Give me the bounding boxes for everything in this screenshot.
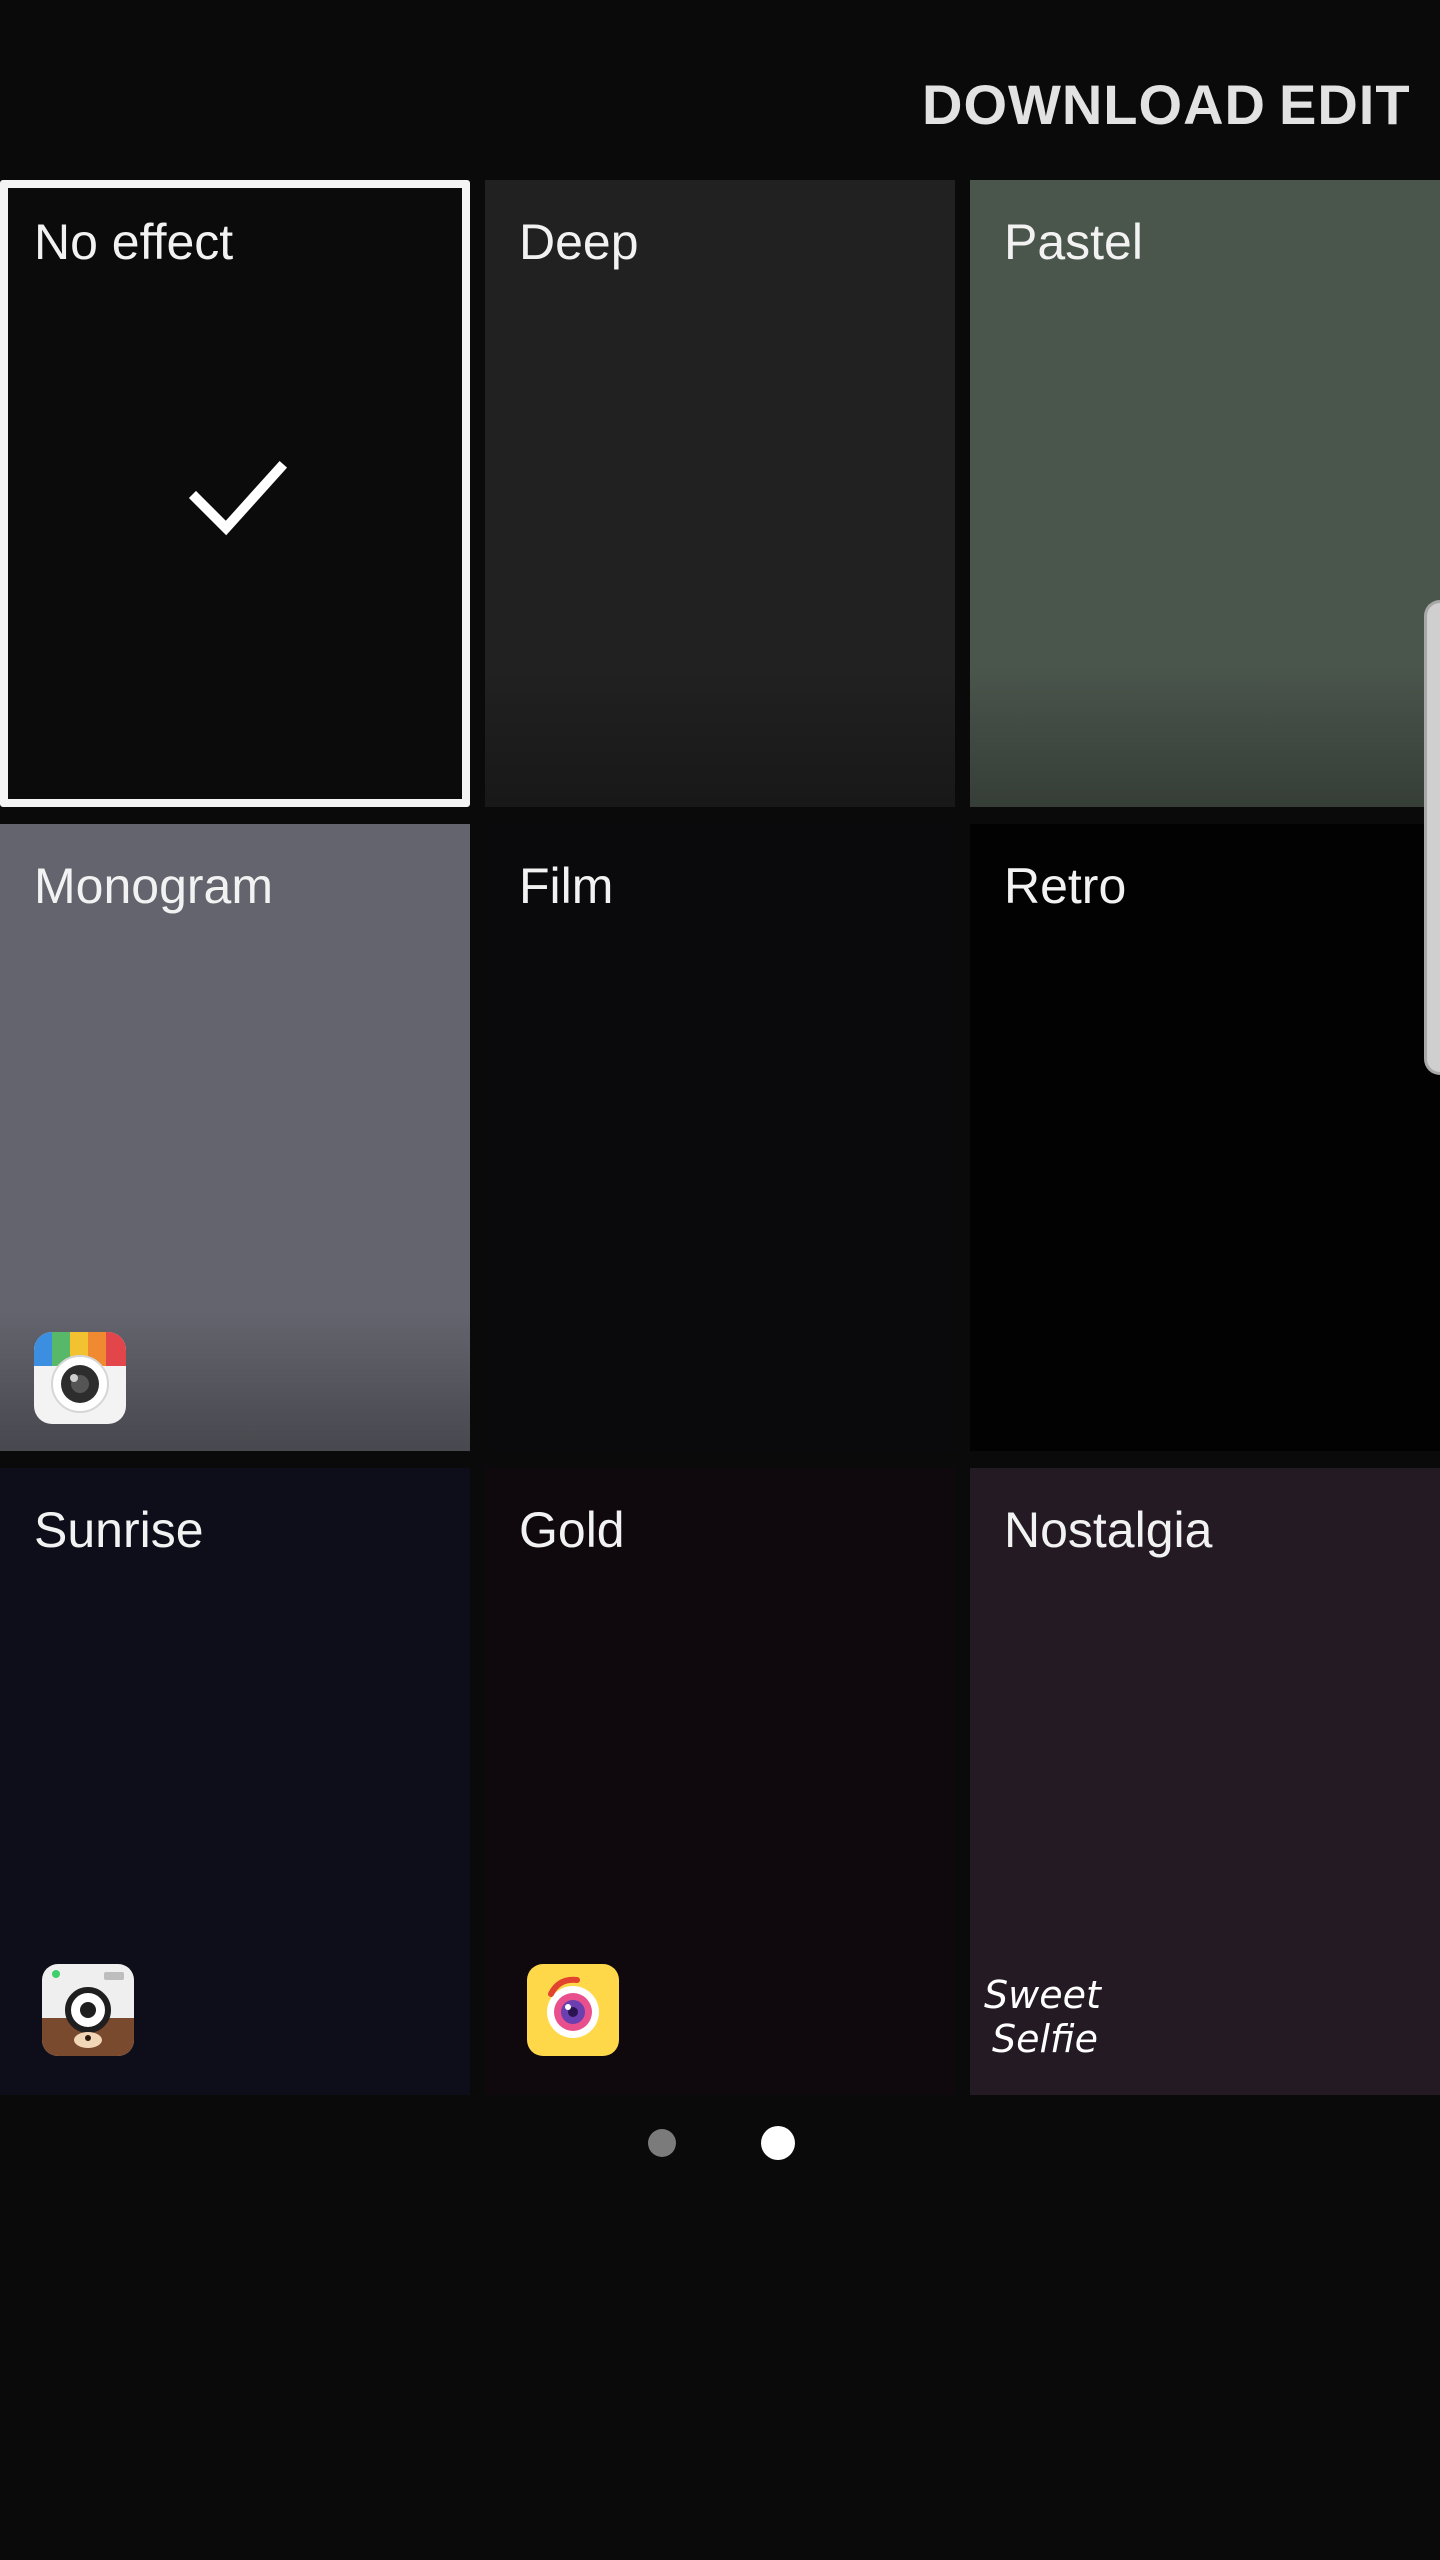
sweet-selfie-text-line1: Sweet [984, 1973, 1103, 2017]
tile-shade [485, 667, 955, 807]
top-action-bar: DOWNLOAD EDIT [0, 0, 1440, 180]
effect-label: Deep [519, 214, 639, 270]
tile-shade [970, 667, 1440, 807]
page-dot-2-active[interactable] [761, 2126, 795, 2160]
effect-tile-pastel[interactable]: Pastel [970, 180, 1440, 807]
edit-button[interactable]: EDIT [1279, 72, 1411, 137]
effect-tile-no-effect[interactable]: No effect [0, 180, 470, 807]
page-dot-1[interactable] [648, 2129, 676, 2157]
effect-tile-sunrise[interactable]: Sunrise [0, 1468, 470, 2095]
effect-label: Retro [1004, 858, 1127, 914]
effect-label: Monogram [34, 858, 273, 914]
checkmark-icon [188, 460, 288, 536]
effect-tile-monogram[interactable]: Monogram [0, 824, 470, 1451]
line-camera-bear-icon [42, 1964, 134, 2056]
effect-label: No effect [34, 214, 234, 270]
retrica-camera-icon [34, 1332, 126, 1424]
effect-label: Film [519, 858, 614, 914]
effect-label: Pastel [1004, 214, 1143, 270]
effect-tile-nostalgia[interactable]: Nostalgia Sweet Selfie [970, 1468, 1440, 2095]
effect-tile-film[interactable]: Film [485, 824, 955, 1451]
sweet-selfie-text-line2: Selfie [992, 2017, 1098, 2061]
effect-tile-retro[interactable]: Retro [970, 824, 1440, 1451]
edge-panel-handle[interactable] [1424, 600, 1440, 1075]
sweet-selfie-logo: Sweet Selfie [984, 1973, 1103, 2061]
effect-tile-gold[interactable]: Gold [485, 1468, 955, 2095]
download-button[interactable]: DOWNLOAD [922, 72, 1266, 137]
effects-screen: DOWNLOAD EDIT No effect Deep Pastel Mono… [0, 0, 1440, 2560]
effect-tile-deep[interactable]: Deep [485, 180, 955, 807]
effect-label: Nostalgia [1004, 1502, 1213, 1558]
page-indicator [0, 2125, 1440, 2161]
effect-label: Sunrise [34, 1502, 204, 1558]
camera360-icon [527, 1964, 619, 2056]
effect-label: Gold [519, 1502, 625, 1558]
